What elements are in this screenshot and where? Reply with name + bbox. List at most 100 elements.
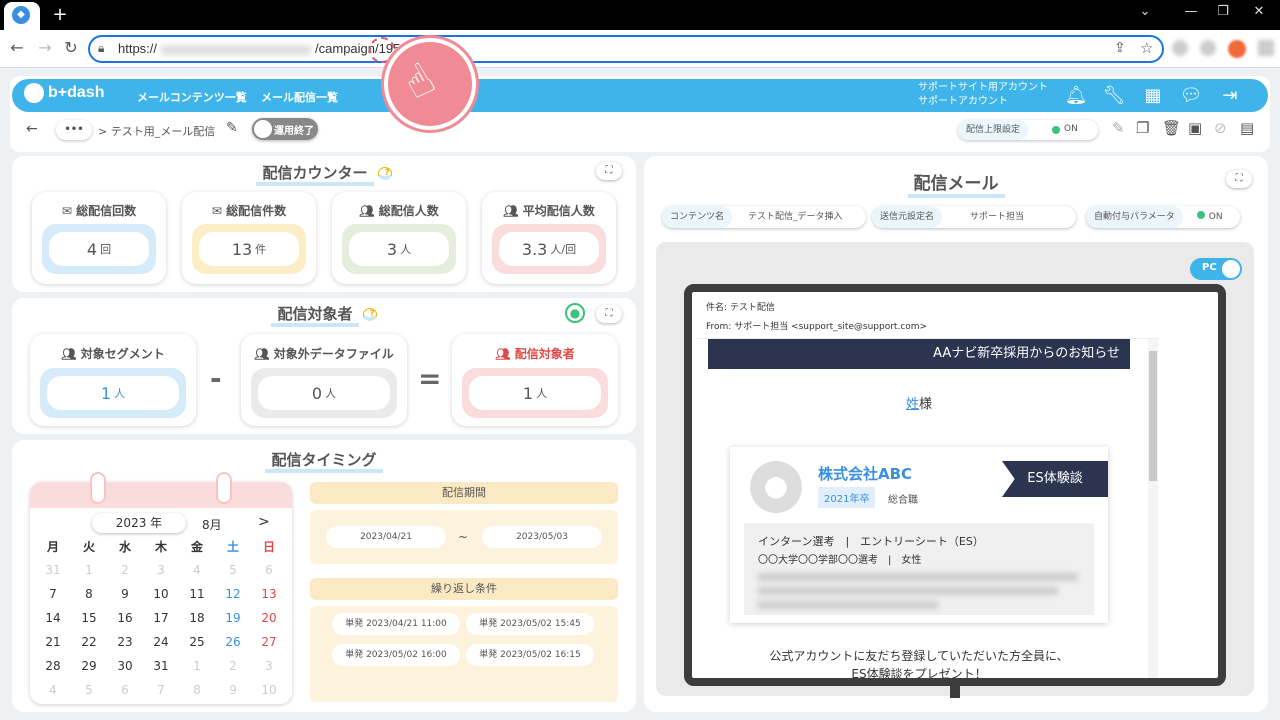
calendar-day[interactable]: 22 bbox=[71, 630, 107, 654]
bookmark-star-icon[interactable]: ☆ bbox=[1140, 39, 1153, 57]
copy-icon[interactable]: ❐ bbox=[1136, 119, 1149, 137]
repeat-item[interactable]: 単発 2023/05/02 16:15 bbox=[466, 644, 594, 666]
share-icon[interactable]: ⇪ bbox=[1114, 40, 1126, 56]
reload-icon[interactable]: ↻ bbox=[60, 38, 82, 57]
calendar-day[interactable]: 23 bbox=[107, 630, 143, 654]
year-selector[interactable]: 2023 年 bbox=[92, 513, 186, 533]
calendar-day[interactable]: 19 bbox=[215, 606, 251, 630]
mail-scrollbar[interactable] bbox=[1148, 339, 1158, 678]
calendar-day[interactable]: 5 bbox=[215, 558, 251, 582]
logout-icon[interactable]: ⇥ bbox=[1218, 85, 1242, 106]
counter-card-label: ✉︎ 総配信回数 bbox=[32, 202, 166, 219]
calendar-day[interactable]: 25 bbox=[179, 630, 215, 654]
apps-grid-icon[interactable]: ▦ bbox=[1141, 85, 1165, 106]
help-icon[interactable]: ? bbox=[362, 308, 377, 321]
logo-text: b+dash bbox=[48, 84, 105, 102]
calendar-day[interactable]: 2 bbox=[107, 558, 143, 582]
close-icon[interactable]: ✕ bbox=[1244, 4, 1274, 19]
calendar-day[interactable]: 2 bbox=[215, 654, 251, 678]
calendar-header-band bbox=[30, 482, 292, 508]
calendar-day[interactable]: 6 bbox=[107, 678, 143, 702]
operation-toggle[interactable]: 運用終了 bbox=[252, 118, 318, 140]
calendar-day[interactable]: 27 bbox=[251, 630, 287, 654]
calendar-day[interactable]: 6 bbox=[251, 558, 287, 582]
calendar-day[interactable]: 11 bbox=[179, 582, 215, 606]
next-month-button[interactable]: > bbox=[258, 514, 270, 530]
calendar-day[interactable]: 17 bbox=[143, 606, 179, 630]
calendar-day[interactable]: 24 bbox=[143, 630, 179, 654]
repeat-item[interactable]: 単発 2023/05/02 15:45 bbox=[466, 613, 594, 635]
calendar-day[interactable]: 31 bbox=[35, 558, 71, 582]
menu-icon[interactable] bbox=[1258, 40, 1274, 56]
calendar-day[interactable]: 3 bbox=[143, 558, 179, 582]
calendar-day[interactable]: 9 bbox=[107, 582, 143, 606]
calendar-day[interactable]: 4 bbox=[179, 558, 215, 582]
calendar-day[interactable]: 1 bbox=[179, 654, 215, 678]
info-line-1: インターン選考 | エントリーシート（ES） bbox=[758, 535, 984, 548]
calendar-day[interactable]: 15 bbox=[71, 606, 107, 630]
back-arrow-icon[interactable]: ← bbox=[26, 121, 38, 137]
calendar-day[interactable]: 7 bbox=[35, 582, 71, 606]
calendar-day[interactable]: 9 bbox=[215, 678, 251, 702]
mail-from: From: サポート担当 <support_site@support.com> bbox=[706, 322, 928, 332]
back-icon[interactable]: ← bbox=[6, 38, 28, 57]
minimize-icon[interactable]: — bbox=[1176, 4, 1206, 19]
calendar-day[interactable]: 14 bbox=[35, 606, 71, 630]
app-logo[interactable]: b+dash bbox=[24, 83, 104, 103]
breadcrumb-more-button[interactable]: ••• bbox=[56, 120, 92, 140]
maximize-icon[interactable]: ❐ bbox=[1208, 4, 1238, 19]
calendar-day[interactable]: 8 bbox=[179, 678, 215, 702]
repeat-item[interactable]: 単発 2023/05/02 16:00 bbox=[332, 644, 460, 666]
calendar-day[interactable]: 21 bbox=[35, 630, 71, 654]
calendar-day[interactable]: 26 bbox=[215, 630, 251, 654]
wrench-icon[interactable]: 🔧︎ bbox=[1102, 85, 1126, 106]
profile-avatar[interactable] bbox=[1228, 40, 1246, 58]
counter-card-label-text: 総配信回数 bbox=[76, 204, 137, 218]
calendar-day[interactable]: 16 bbox=[107, 606, 143, 630]
calendar-day[interactable]: 13 bbox=[251, 582, 287, 606]
breadcrumb[interactable]: > テスト用_メール配信 bbox=[98, 123, 215, 139]
help-icon[interactable]: ? bbox=[377, 167, 392, 180]
calendar-day[interactable]: 20 bbox=[251, 606, 287, 630]
calendar-day[interactable]: 18 bbox=[179, 606, 215, 630]
expand-icon[interactable]: ⛶ bbox=[596, 162, 622, 180]
trash-icon[interactable]: 🗑︎ bbox=[1162, 119, 1181, 137]
document-icon[interactable]: ▤ bbox=[1240, 119, 1254, 137]
extension-icon[interactable] bbox=[1200, 40, 1216, 56]
calendar-day[interactable]: 30 bbox=[107, 654, 143, 678]
expand-icon[interactable]: ⛶ bbox=[596, 305, 622, 323]
calendar-day[interactable]: 29 bbox=[71, 654, 107, 678]
new-tab-icon[interactable]: + bbox=[50, 4, 70, 25]
forward-icon[interactable]: → bbox=[34, 38, 56, 57]
calendar-day[interactable]: 12 bbox=[215, 582, 251, 606]
bell-icon[interactable]: 🔔︎ bbox=[1064, 85, 1088, 106]
edit-icon[interactable]: ✎ bbox=[1112, 119, 1125, 137]
nav-mail-contents[interactable]: メールコンテンツ一覧 bbox=[137, 89, 247, 105]
calendar-day[interactable]: 1 bbox=[71, 558, 107, 582]
delivery-limit-setting[interactable]: 配信上限設定 ON bbox=[958, 120, 1098, 140]
nav-mail-delivery[interactable]: メール配信一覧 bbox=[261, 89, 338, 105]
calendar-day[interactable]: 28 bbox=[35, 654, 71, 678]
pencil-icon[interactable]: ✎ bbox=[226, 120, 238, 136]
expand-icon[interactable]: ⛶ bbox=[1226, 170, 1252, 188]
pc-toggle[interactable]: PC bbox=[1190, 258, 1242, 280]
calendar-day[interactable]: 7 bbox=[143, 678, 179, 702]
calendar-day[interactable]: 31 bbox=[143, 654, 179, 678]
extension-icon[interactable] bbox=[1172, 40, 1188, 56]
calendar-day[interactable]: 10 bbox=[143, 582, 179, 606]
period-start[interactable]: 2023/04/21 bbox=[326, 526, 446, 548]
scrollbar-thumb[interactable] bbox=[1149, 351, 1157, 481]
chevron-down-icon[interactable]: ⌄ bbox=[1130, 4, 1160, 19]
calendar-day[interactable]: 10 bbox=[251, 678, 287, 702]
period-end[interactable]: 2023/05/03 bbox=[482, 526, 602, 548]
calendar-day[interactable]: 4 bbox=[35, 678, 71, 702]
repeat-item[interactable]: 単発 2023/04/21 11:00 bbox=[332, 613, 460, 635]
calendar-day[interactable]: 3 bbox=[251, 654, 287, 678]
account-info[interactable]: サポートサイト用アカウント サポートアカウント bbox=[918, 81, 1048, 109]
calendar-day[interactable]: 8 bbox=[71, 582, 107, 606]
user-icon[interactable]: ● bbox=[565, 303, 585, 323]
disable-icon[interactable]: ⊘ bbox=[1214, 119, 1227, 137]
help-chat-icon[interactable]: 💬︎ bbox=[1179, 85, 1203, 106]
calendar-day[interactable]: 5 bbox=[71, 678, 107, 702]
archive-icon[interactable]: ▣ bbox=[1188, 119, 1202, 137]
